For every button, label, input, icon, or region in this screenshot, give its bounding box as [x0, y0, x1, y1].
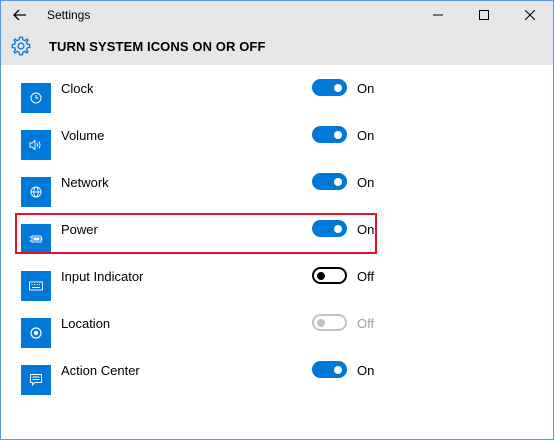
network-tile	[21, 177, 51, 207]
close-button[interactable]	[507, 1, 553, 29]
gear-icon	[11, 36, 31, 56]
list-item-clock: Clock On	[1, 79, 553, 123]
state-text-action-center: On	[357, 363, 375, 378]
toggle-network[interactable]	[312, 173, 347, 190]
item-label-action-center: Action Center	[61, 363, 140, 378]
item-label-volume: Volume	[61, 128, 105, 143]
toggle-clock[interactable]	[312, 79, 347, 96]
page-title: TURN SYSTEM ICONS ON OR OFF	[49, 39, 266, 54]
toggle-knob	[317, 271, 325, 280]
item-label-network: Network	[61, 175, 109, 190]
minimize-button[interactable]	[415, 1, 461, 29]
state-text-input-indicator: Off	[357, 269, 375, 284]
list-item-input-indicator: Input Indicator Off	[1, 267, 553, 311]
volume-icon	[29, 139, 41, 151]
list-item-location: Location Off	[1, 314, 553, 358]
clock-icon	[30, 92, 42, 104]
toggle-knob	[334, 365, 342, 374]
clock-tile	[21, 83, 51, 113]
state-text-clock: On	[357, 81, 375, 96]
back-button[interactable]	[1, 1, 39, 29]
toggle-knob	[334, 130, 342, 139]
state-text-network: On	[357, 175, 375, 190]
item-label-clock: Clock	[61, 81, 94, 96]
state-text-location: Off	[357, 316, 375, 331]
network-globe-icon	[30, 186, 42, 198]
volume-tile	[21, 130, 51, 160]
item-label-location: Location	[61, 316, 111, 331]
power-highlight-box	[15, 213, 377, 254]
title-bar: Settings	[1, 1, 553, 29]
location-tile	[21, 318, 51, 348]
item-label-input-indicator: Input Indicator	[61, 269, 144, 284]
toggle-knob	[334, 177, 342, 186]
input-indicator-tile	[21, 271, 51, 301]
window-controls	[415, 1, 553, 29]
minimize-icon	[433, 14, 443, 16]
location-icon	[30, 327, 42, 339]
list-item-volume: Volume On	[1, 126, 553, 170]
toggle-knob	[317, 318, 325, 327]
toggle-input-indicator[interactable]	[312, 267, 347, 284]
toggle-location	[312, 314, 347, 331]
toggle-knob	[334, 83, 342, 92]
action-center-tile	[21, 365, 51, 395]
state-text-volume: On	[357, 128, 375, 143]
maximize-icon	[479, 10, 489, 20]
window-title: Settings	[47, 8, 91, 22]
toggle-action-center[interactable]	[312, 361, 347, 378]
back-arrow-icon	[13, 9, 26, 21]
settings-window: Settings TURN SYSTEM ICONS ON OR OFF Clo…	[0, 0, 554, 440]
list-item-action-center: Action Center On	[1, 361, 553, 405]
action-center-icon	[30, 374, 42, 386]
page-header: TURN SYSTEM ICONS ON OR OFF	[1, 29, 553, 65]
keyboard-icon	[29, 281, 43, 291]
toggle-volume[interactable]	[312, 126, 347, 143]
list-item-network: Network On	[1, 173, 553, 217]
close-icon	[525, 10, 535, 20]
maximize-button[interactable]	[461, 1, 507, 29]
